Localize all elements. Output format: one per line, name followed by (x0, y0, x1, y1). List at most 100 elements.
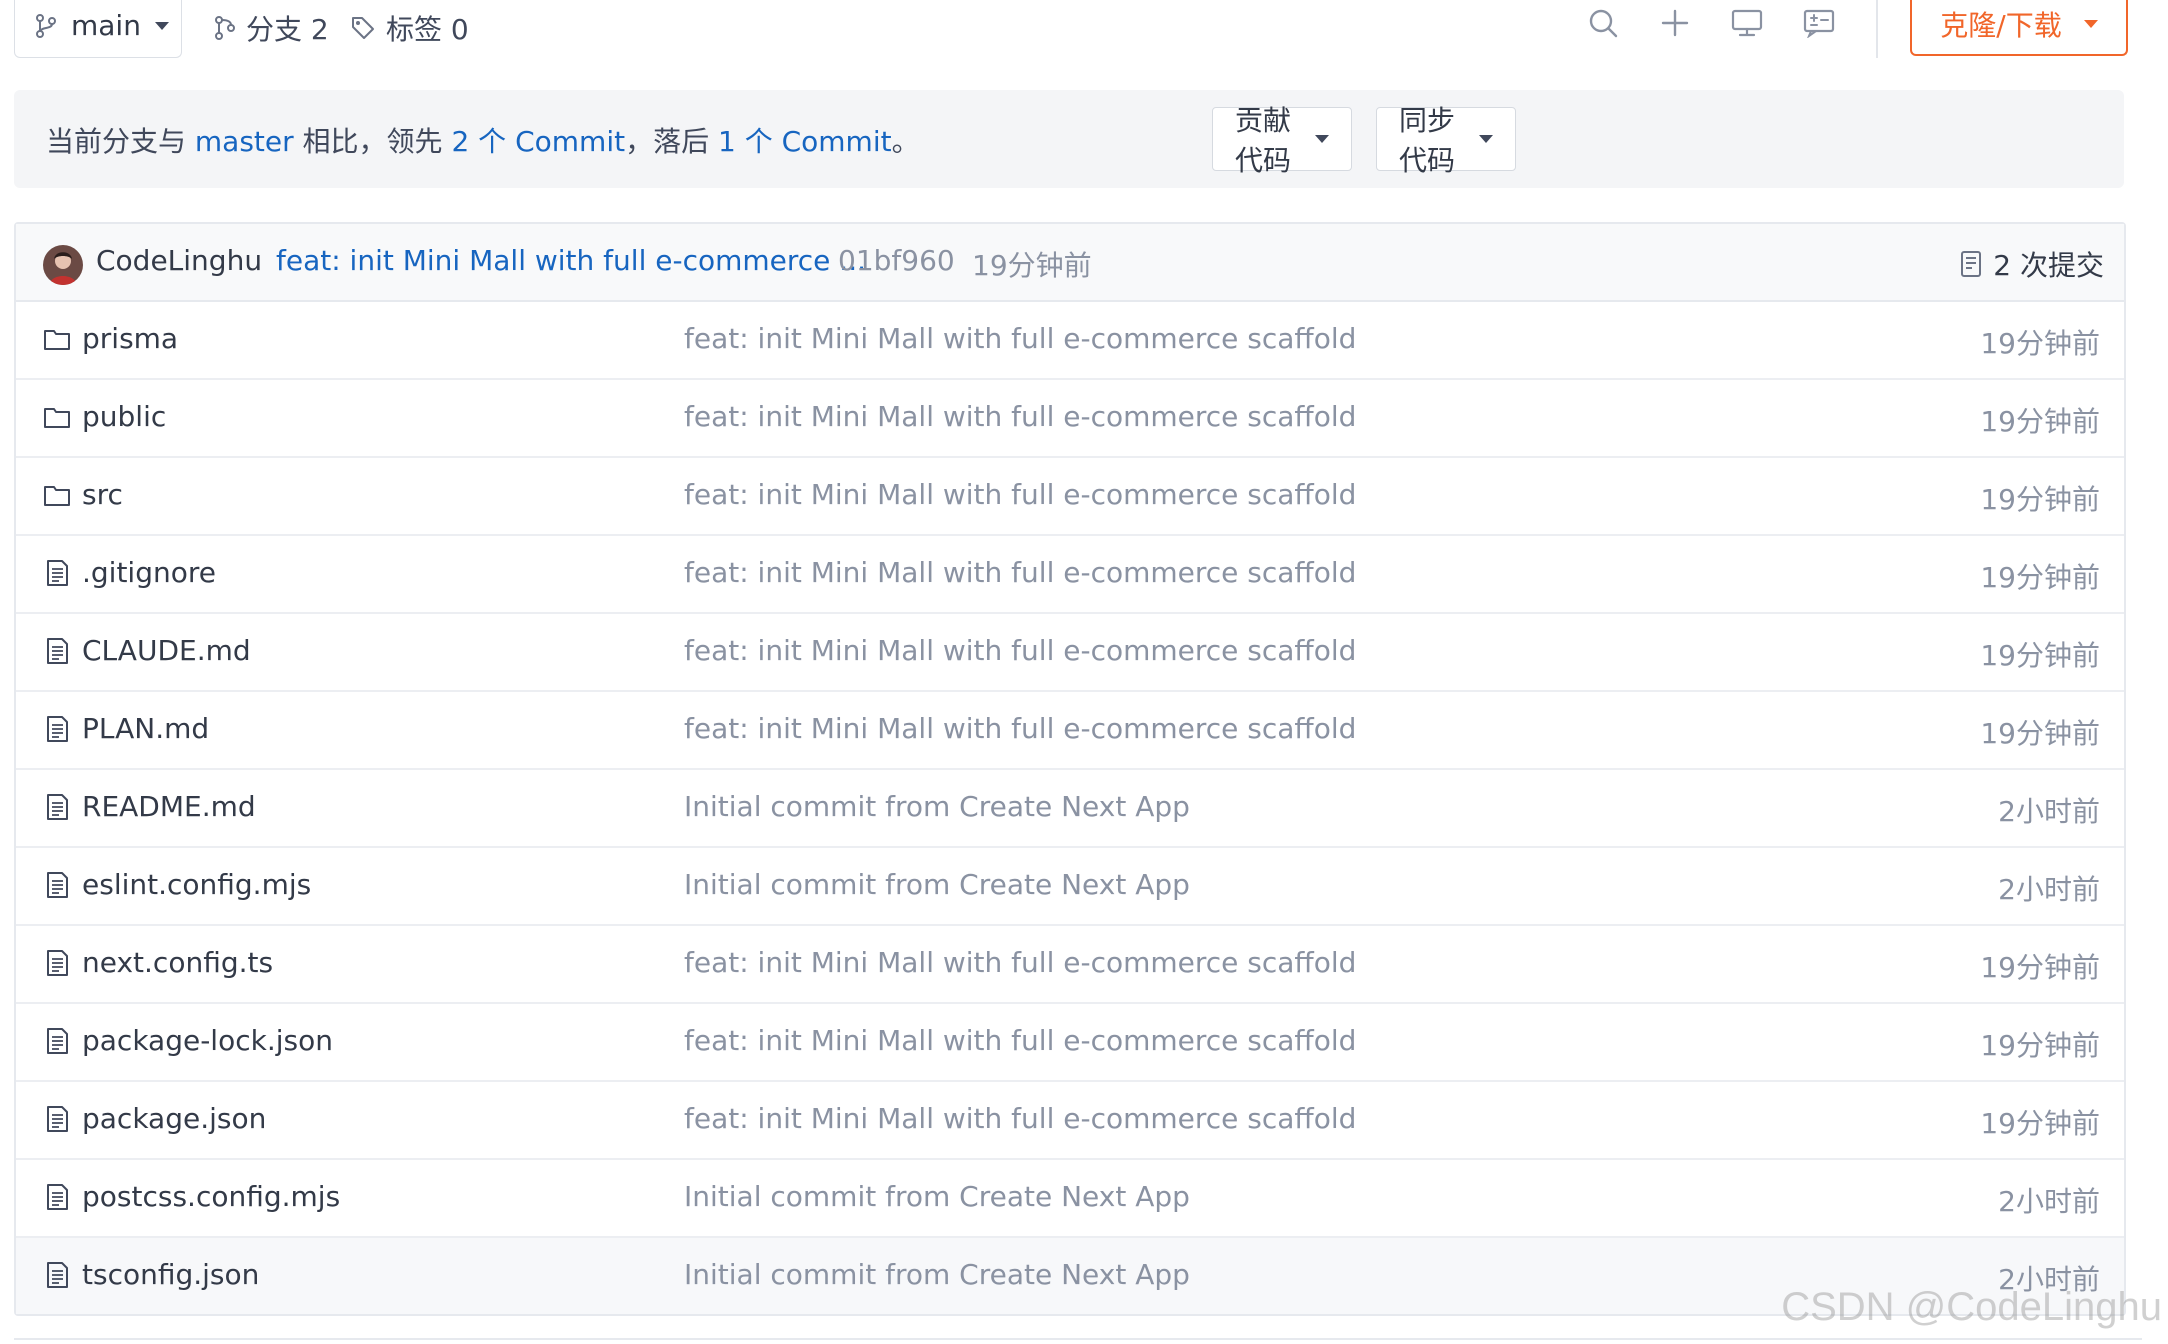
file-commit-message[interactable]: feat: init Mini Mall with full e-commerc… (684, 946, 1356, 979)
file-commit-message[interactable]: feat: init Mini Mall with full e-commerc… (684, 322, 1356, 355)
clone-download-button[interactable]: 克隆/下载 (1910, 0, 2128, 56)
file-name-link[interactable]: CLAUDE.md (82, 634, 251, 667)
sync-button[interactable]: 同步代码 (1376, 104, 1516, 177)
table-row[interactable]: prisma feat: init Mini Mall with full e-c… (16, 302, 2124, 380)
file-commit-message[interactable]: feat: init Mini Mall with full e-commerc… (684, 634, 1356, 667)
branch-icon (215, 16, 235, 40)
file-commit-message[interactable]: Initial commit from Create Next App (684, 1180, 1190, 1213)
table-row[interactable]: next.config.ts feat: init Mini Mall with … (16, 926, 2124, 1004)
chevron-down-icon (1315, 135, 1329, 143)
file-icon (42, 1104, 72, 1134)
file-commit-time: 19分钟前 (1980, 1029, 2100, 1062)
file-commit-time: 19分钟前 (1980, 1107, 2100, 1140)
commit-count-link[interactable]: 2 次提交 (1959, 244, 2104, 284)
file-commit-time: 19分钟前 (1980, 561, 2100, 594)
table-row[interactable]: CLAUDE.md feat: init Mini Mall with full … (16, 614, 2124, 692)
table-row[interactable]: eslint.config.mjs Initial commit from Cre… (16, 848, 2124, 926)
commit-author[interactable]: CodeLinghu (96, 244, 262, 277)
branch-name: main (71, 9, 141, 42)
folder-icon (42, 324, 72, 354)
file-name-link[interactable]: src (82, 478, 123, 511)
file-commit-message[interactable]: feat: init Mini Mall with full e-commerc… (684, 1102, 1356, 1135)
branches-link[interactable]: 分支 2 (214, 8, 329, 48)
file-name-link[interactable]: prisma (82, 322, 178, 355)
file-commit-time: 2小时前 (1998, 873, 2100, 906)
folder-icon (42, 402, 72, 432)
tags-link[interactable]: 标签 0 (350, 8, 469, 48)
file-commit-message[interactable]: feat: init Mini Mall with full e-commerc… (684, 712, 1356, 745)
compare-branch-link[interactable]: master (195, 125, 294, 158)
table-row[interactable]: src feat: init Mini Mall with full e-comm… (16, 458, 2124, 536)
behind-commits-link[interactable]: 1 个 Commit (718, 125, 892, 158)
branch-compare-bar: 当前分支与 master 相比，领先 2 个 Commit，落后 1 个 Com… (14, 90, 2124, 188)
plus-icon[interactable] (1658, 6, 1692, 40)
toolbar-icons (1586, 6, 1836, 40)
file-icon (42, 948, 72, 978)
file-icon (42, 714, 72, 744)
file-commit-time: 2小时前 (1998, 795, 2100, 828)
commit-count-label: 2 次提交 (1993, 249, 2104, 282)
file-name-link[interactable]: package.json (82, 1102, 266, 1135)
table-row[interactable]: PLAN.md feat: init Mini Mall with full e-… (16, 692, 2124, 770)
file-icon (42, 1026, 72, 1056)
file-commit-message[interactable]: Initial commit from Create Next App (684, 868, 1190, 901)
file-name-link[interactable]: postcss.config.mjs (82, 1180, 340, 1213)
compare-prefix: 当前分支与 (46, 125, 195, 158)
file-name-link[interactable]: README.md (82, 790, 256, 823)
table-row[interactable]: package.json feat: init Mini Mall with fu… (16, 1082, 2124, 1160)
chevron-down-icon (1479, 135, 1493, 143)
chevron-down-icon (154, 21, 169, 30)
commit-sha[interactable]: 01bf960 (838, 244, 955, 277)
clone-download-label: 克隆/下载 (1940, 9, 2062, 42)
compare-message: 当前分支与 master 相比，领先 2 个 Commit，落后 1 个 Com… (46, 120, 920, 160)
file-commit-time: 19分钟前 (1980, 639, 2100, 672)
file-name-link[interactable]: public (82, 400, 166, 433)
file-name-link[interactable]: .gitignore (82, 556, 216, 589)
branches-label: 分支 2 (246, 13, 329, 46)
file-commit-message[interactable]: Initial commit from Create Next App (684, 1258, 1190, 1291)
file-commit-message[interactable]: feat: init Mini Mall with full e-commerc… (684, 400, 1356, 433)
commit-message-link[interactable]: feat: init Mini Mall with full e-commerc… (276, 244, 866, 277)
file-name-link[interactable]: package-lock.json (82, 1024, 333, 1057)
compare-text-behind: ，落后 (625, 125, 718, 158)
file-commit-message[interactable]: feat: init Mini Mall with full e-commerc… (684, 556, 1356, 589)
file-icon (42, 1182, 72, 1212)
file-commit-message[interactable]: Initial commit from Create Next App (684, 790, 1190, 823)
file-name-link[interactable]: eslint.config.mjs (82, 868, 311, 901)
latest-commit-bar: CodeLinghu feat: init Mini Mall with ful… (16, 224, 2124, 302)
file-commit-message[interactable]: feat: init Mini Mall with full e-commerc… (684, 1024, 1356, 1057)
sync-label: 同步代码 (1399, 104, 1456, 177)
monitor-icon[interactable] (1730, 6, 1764, 40)
file-commit-time: 2小时前 (1998, 1185, 2100, 1218)
file-icon (42, 870, 72, 900)
tag-icon (352, 17, 374, 39)
repo-page: main 分支 2 标签 0 克隆/下载 当前分支与 master 相比，领先 … (0, 0, 2168, 1344)
repo-toolbar: main 分支 2 标签 0 克隆/下载 (14, 0, 2142, 60)
table-row[interactable]: postcss.config.mjs Initial commit from Cr… (16, 1160, 2124, 1238)
contribute-button[interactable]: 贡献代码 (1212, 104, 1352, 177)
table-row[interactable]: .gitignore feat: init Mini Mall with full… (16, 536, 2124, 614)
compare-text-ahead: 相比，领先 (293, 125, 452, 158)
file-name-link[interactable]: next.config.ts (82, 946, 273, 979)
file-commit-time: 19分钟前 (1980, 483, 2100, 516)
table-row[interactable]: package-lock.json feat: init Mini Mall wi… (16, 1004, 2124, 1082)
table-row[interactable]: README.md Initial commit from Create Next… (16, 770, 2124, 848)
commits-icon (1961, 251, 1982, 277)
file-name-link[interactable]: PLAN.md (82, 712, 209, 745)
branch-selector[interactable]: main (14, 0, 182, 58)
search-icon[interactable] (1586, 6, 1620, 40)
file-commit-time: 19分钟前 (1980, 717, 2100, 750)
folder-icon (42, 480, 72, 510)
file-icon (42, 558, 72, 588)
commit-time: 19分钟前 (972, 249, 1092, 282)
review-icon[interactable] (1802, 6, 1836, 40)
table-row[interactable]: public feat: init Mini Mall with full e-c… (16, 380, 2124, 458)
file-list: prisma feat: init Mini Mall with full e-c… (16, 302, 2124, 1314)
watermark: CSDN @CodeLinghu (1781, 1285, 2162, 1329)
file-icon (42, 1260, 72, 1290)
file-name-link[interactable]: tsconfig.json (82, 1258, 259, 1291)
avatar[interactable] (43, 245, 83, 285)
repo-content: main 分支 2 标签 0 克隆/下载 当前分支与 master 相比，领先 … (14, 0, 2142, 1316)
ahead-commits-link[interactable]: 2 个 Commit (451, 125, 625, 158)
file-commit-message[interactable]: feat: init Mini Mall with full e-commerc… (684, 478, 1356, 511)
